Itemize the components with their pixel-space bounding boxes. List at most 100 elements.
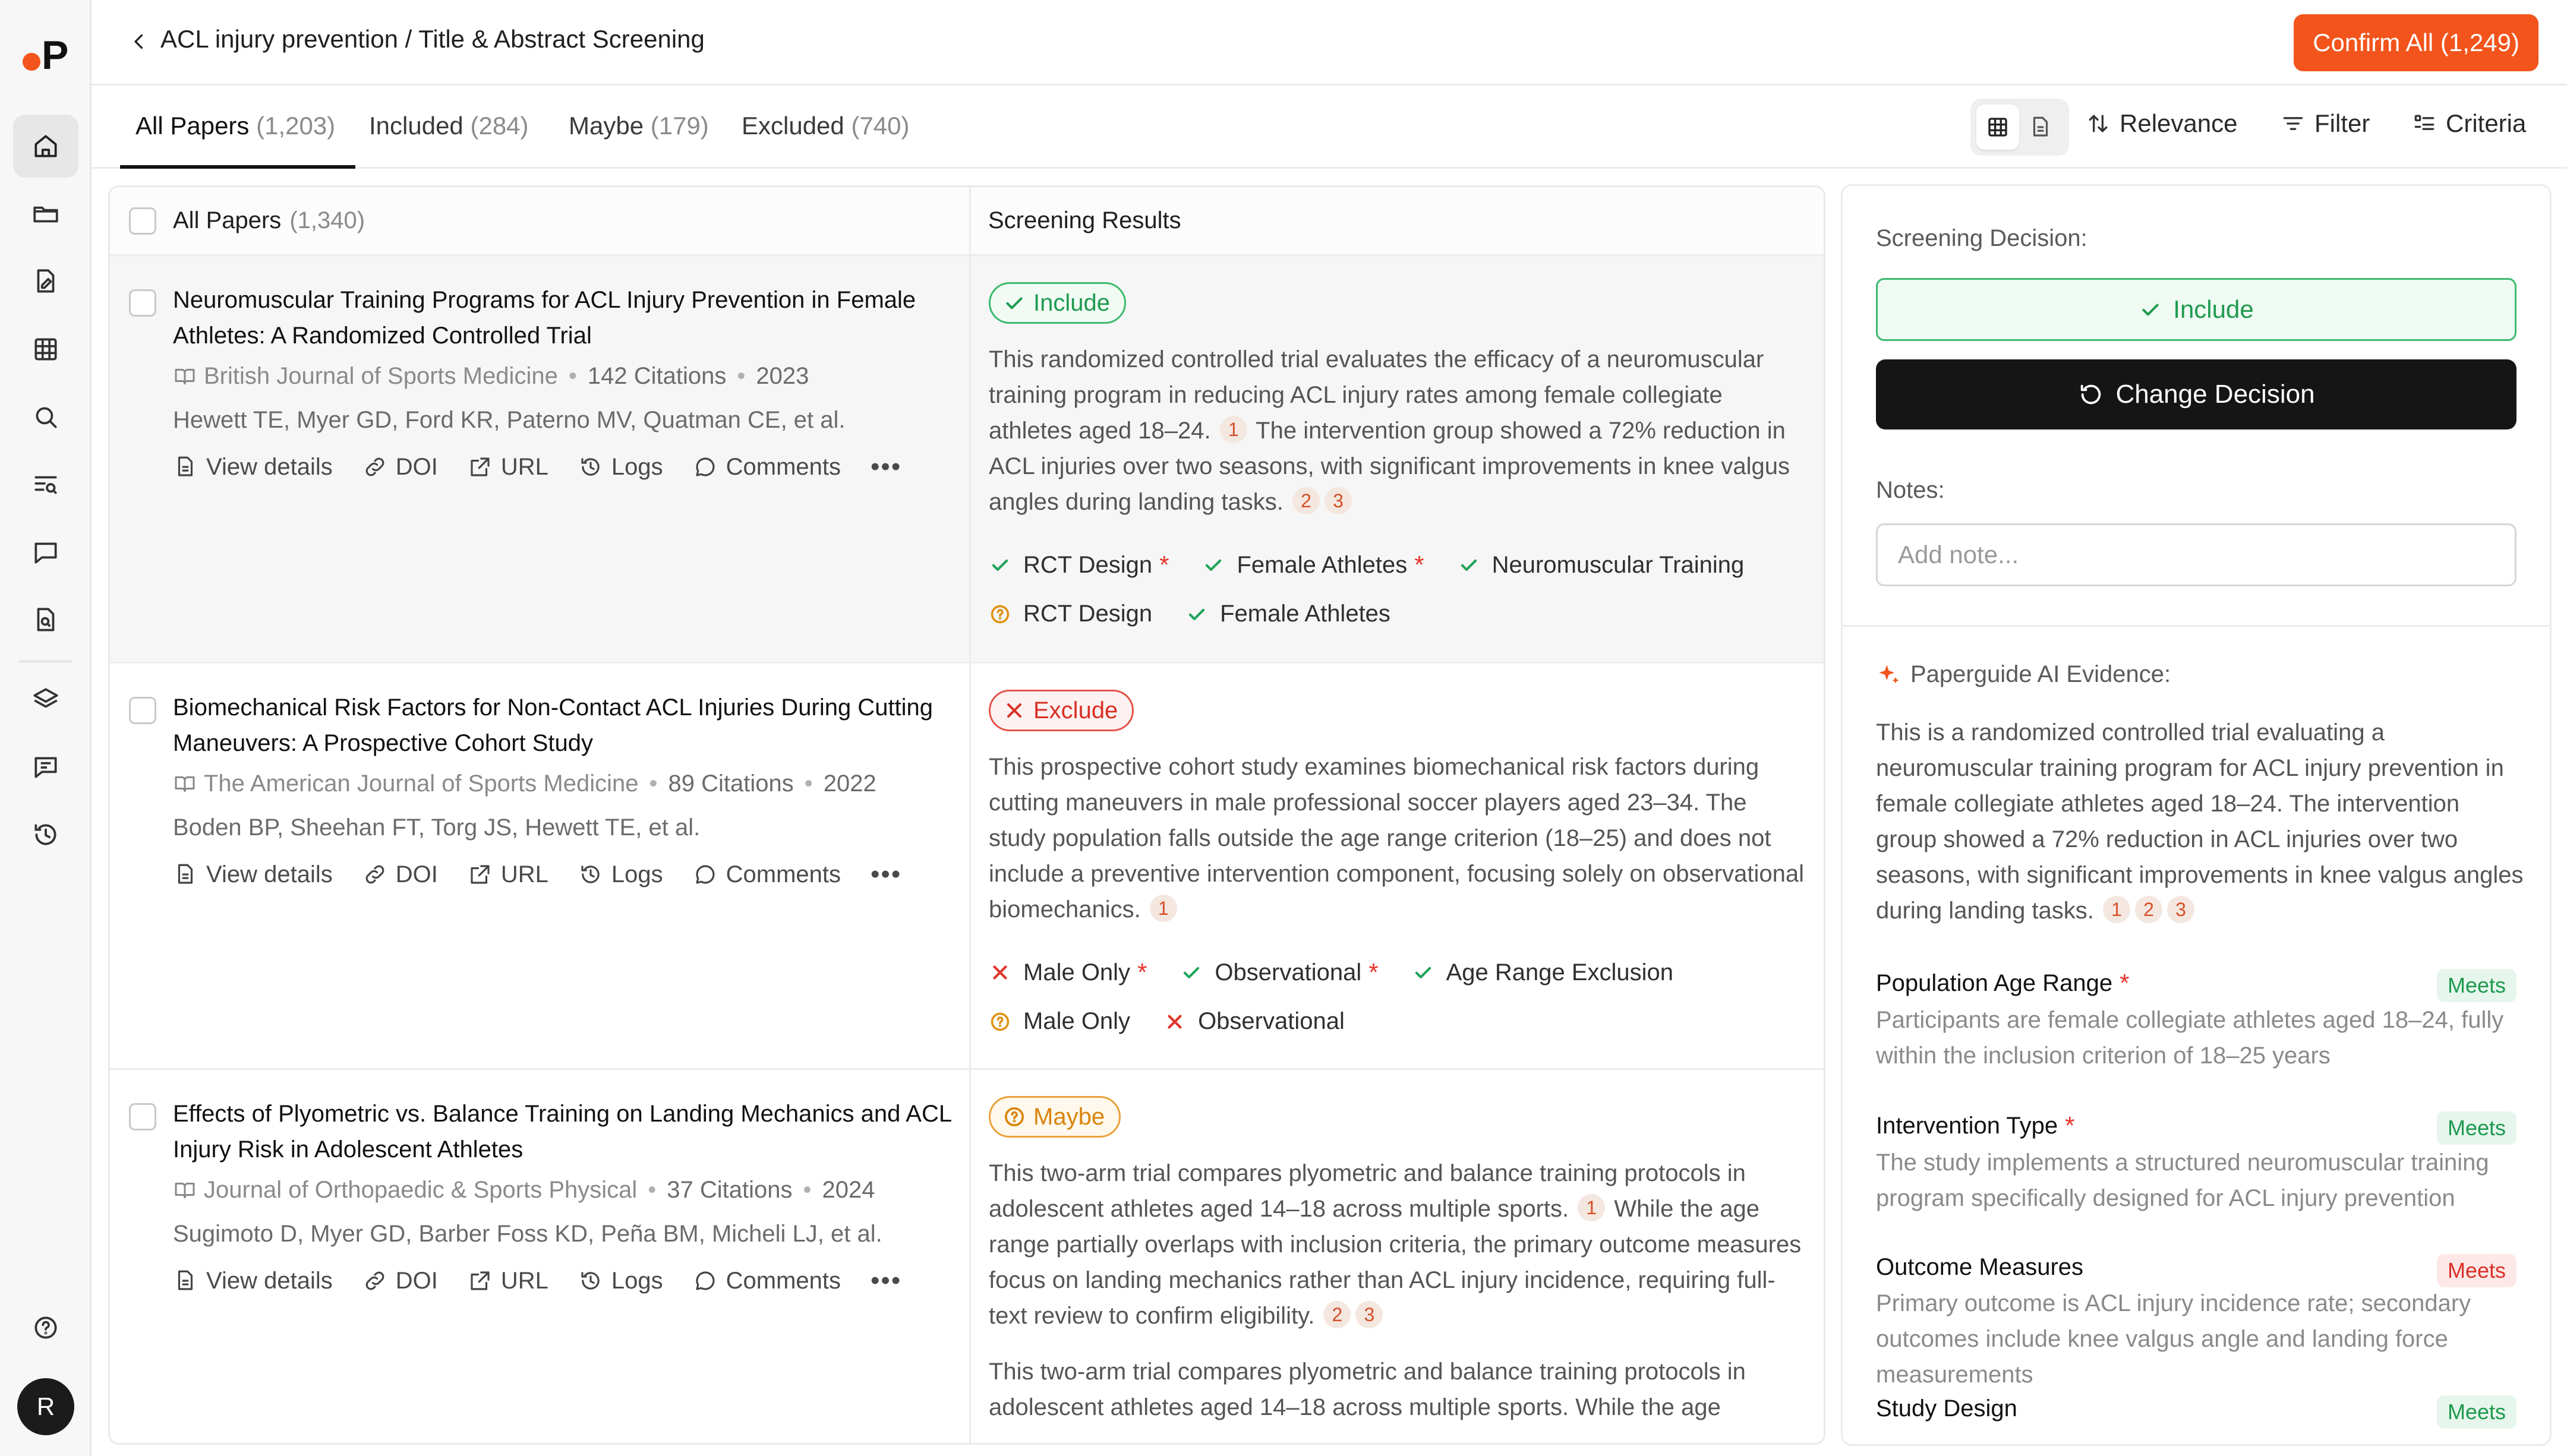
sort-relevance-button[interactable]: Relevance xyxy=(2085,109,2237,138)
criterion-evaluation: Outcome Measures Meets Primary outcome i… xyxy=(1876,1254,2516,1392)
tab-bar: All Papers (1,203) Included (284) Maybe … xyxy=(92,86,2567,169)
comments-button[interactable]: Comments xyxy=(693,454,841,481)
select-all-checkbox[interactable] xyxy=(129,207,156,235)
view-details-label: View details xyxy=(206,861,333,888)
filter-button[interactable]: Filter xyxy=(2280,109,2370,138)
sidebar-home-button[interactable] xyxy=(13,115,78,178)
sidebar-notes-button[interactable] xyxy=(13,735,78,798)
citation-ref[interactable]: 1 xyxy=(1149,895,1177,922)
criterion-tag: RCT Design * xyxy=(989,551,1169,579)
paper-title[interactable]: Biomechanical Risk Factors for Non-Conta… xyxy=(173,690,957,761)
external-link-icon xyxy=(471,865,490,884)
sidebar-chat-button[interactable] xyxy=(13,521,78,584)
logs-button[interactable]: Logs xyxy=(578,1268,663,1294)
back-button[interactable] xyxy=(121,24,157,59)
link-icon xyxy=(365,1271,384,1290)
criteria-label: Criteria xyxy=(2446,109,2527,137)
confirm-all-button[interactable]: Confirm All (1,249) xyxy=(2294,14,2538,71)
user-avatar[interactable]: R xyxy=(17,1378,74,1435)
citation-ref[interactable]: 3 xyxy=(1325,487,1352,514)
citation-ref[interactable]: 2 xyxy=(2135,896,2163,923)
sidebar-documents-button[interactable] xyxy=(13,250,78,313)
notes-input[interactable] xyxy=(1876,523,2516,586)
criterion-name: Study Design xyxy=(1876,1395,2017,1422)
sidebar-search-button[interactable] xyxy=(13,386,78,449)
doi-link[interactable]: DOI xyxy=(362,454,438,481)
include-decision-button[interactable]: Include xyxy=(1876,278,2516,341)
more-options-button[interactable]: ••• xyxy=(871,860,901,889)
paper-actions: View details DOI URL Logs Comments ••• xyxy=(173,452,901,482)
citation-ref[interactable]: 1 xyxy=(2103,896,2131,923)
criteria-list-icon xyxy=(2414,115,2434,130)
logs-button[interactable]: Logs xyxy=(578,861,663,888)
decision-label: Maybe xyxy=(1033,1103,1105,1130)
comments-label: Comments xyxy=(726,453,841,480)
row-checkbox[interactable] xyxy=(129,697,156,724)
citation-ref[interactable]: 2 xyxy=(1292,487,1320,514)
tab-label: Included xyxy=(369,112,463,140)
paper-title[interactable]: Neuromuscular Training Programs for ACL … xyxy=(173,282,957,353)
document-icon xyxy=(178,1270,193,1290)
criterion-label: Female Athletes xyxy=(1237,551,1408,578)
sidebar-layers-button[interactable] xyxy=(13,668,78,731)
url-label: URL xyxy=(500,1267,548,1294)
url-link[interactable]: URL xyxy=(468,454,548,481)
citation-ref[interactable]: 1 xyxy=(1219,416,1247,443)
x-icon xyxy=(993,965,1007,980)
doi-link[interactable]: DOI xyxy=(362,861,438,888)
ai-evidence-text: This is a randomized controlled trial ev… xyxy=(1876,715,2524,928)
check-icon xyxy=(1188,608,1205,620)
criteria-button[interactable]: Criteria xyxy=(2411,109,2526,138)
url-link[interactable]: URL xyxy=(468,861,548,888)
table-row[interactable]: Effects of Plyometric vs. Balance Traini… xyxy=(110,1070,1824,1443)
tab-all-papers[interactable]: All Papers (1,203) xyxy=(135,112,335,140)
more-options-button[interactable]: ••• xyxy=(871,1266,901,1296)
criteria-row: RCT Design Female Athletes xyxy=(989,601,1424,627)
app-root: P R ACL injury prevention / Title & Abst… xyxy=(0,0,2567,1456)
view-details-button[interactable]: View details xyxy=(173,1268,333,1294)
doi-label: DOI xyxy=(395,1267,438,1294)
sidebar-file-search-button[interactable] xyxy=(13,589,78,652)
sidebar-search-list-button[interactable] xyxy=(13,453,78,516)
paper-title[interactable]: Effects of Plyometric vs. Balance Traini… xyxy=(173,1096,957,1167)
table-row[interactable]: Biomechanical Risk Factors for Non-Conta… xyxy=(110,664,1824,1070)
tab-count: (284) xyxy=(470,112,529,140)
decision-panel: Screening Decision: Include Change Decis… xyxy=(1841,184,2552,1446)
citation-ref[interactable]: 1 xyxy=(1578,1194,1606,1221)
breadcrumb: ACL injury prevention / Title & Abstract… xyxy=(160,25,705,53)
tab-count: (1,203) xyxy=(256,112,336,140)
table-row[interactable]: Neuromuscular Training Programs for ACL … xyxy=(110,256,1824,664)
view-details-button[interactable]: View details xyxy=(173,861,333,888)
view-details-button[interactable]: View details xyxy=(173,454,333,481)
decision-badge-maybe[interactable]: Maybe xyxy=(989,1096,1121,1138)
criterion-title: Intervention Type * xyxy=(1876,1111,2516,1140)
row-checkbox[interactable] xyxy=(129,1103,156,1130)
logo[interactable]: P xyxy=(23,34,68,76)
paper-authors: Sugimoto D, Myer GD, Barber Foss KD, Peñ… xyxy=(173,1221,882,1247)
citation-ref[interactable]: 3 xyxy=(1355,1301,1383,1328)
table-view-button[interactable] xyxy=(1976,105,2019,150)
more-options-button[interactable]: ••• xyxy=(871,452,901,482)
citation-ref[interactable]: 2 xyxy=(1323,1301,1351,1328)
citation-ref[interactable]: 3 xyxy=(2167,896,2195,923)
doi-link[interactable]: DOI xyxy=(362,1268,438,1294)
change-decision-button[interactable]: Change Decision xyxy=(1876,359,2516,429)
logs-button[interactable]: Logs xyxy=(578,454,663,481)
document-view-button[interactable] xyxy=(2019,105,2062,150)
url-link[interactable]: URL xyxy=(468,1268,548,1294)
tab-label: All Papers xyxy=(135,112,250,140)
criterion-evaluation: Study Design Meets xyxy=(1876,1395,2516,1429)
decision-badge-exclude[interactable]: Exclude xyxy=(989,690,1134,731)
sidebar-history-button[interactable] xyxy=(13,803,78,866)
question-circle-icon xyxy=(991,1012,1010,1031)
tab-included[interactable]: Included (284) xyxy=(369,112,529,140)
tab-maybe[interactable]: Maybe (179) xyxy=(569,112,709,140)
comments-button[interactable]: Comments xyxy=(693,861,841,888)
sidebar-help-button[interactable] xyxy=(13,1296,78,1359)
sidebar-folders-button[interactable] xyxy=(13,182,78,245)
tab-excluded[interactable]: Excluded (740) xyxy=(742,112,910,140)
row-checkbox[interactable] xyxy=(129,289,156,317)
comments-button[interactable]: Comments xyxy=(693,1268,841,1294)
decision-badge-include[interactable]: Include xyxy=(989,282,1126,324)
sidebar-table-button[interactable] xyxy=(13,318,78,381)
